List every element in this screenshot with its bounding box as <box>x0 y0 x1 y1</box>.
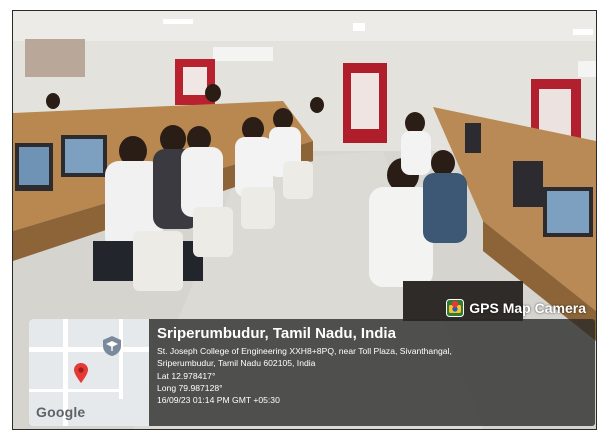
camera-pin-icon <box>446 299 465 317</box>
map-road <box>119 319 123 399</box>
map-road <box>29 389 119 392</box>
address-line-2: Sriperumbudur, Tamil Nadu 602105, India <box>157 358 316 369</box>
latitude: Lat 12.978417° <box>157 370 216 381</box>
address-line-1: St. Joseph College of Engineering XXH8+8… <box>157 346 452 356</box>
longitude: Long 79.987128° <box>157 382 223 393</box>
mini-map: Google <box>29 319 149 426</box>
map-road <box>29 347 149 352</box>
photo-frame: GPS Map Camera Google Sriperumbudur, Tam… <box>12 10 597 430</box>
gps-map-camera-label: GPS Map Camera <box>469 300 586 316</box>
location-title: Sriperumbudur, Tamil Nadu, India <box>157 325 396 342</box>
gps-map-camera-badge: GPS Map Camera <box>446 299 586 317</box>
google-logo: Google <box>36 404 86 420</box>
location-pin-icon <box>74 363 88 383</box>
timestamp: 16/09/23 01:14 PM GMT +05:30 <box>157 395 280 406</box>
school-icon <box>103 336 121 356</box>
location-overlay: Google Sriperumbudur, Tamil Nadu, India … <box>29 319 595 426</box>
location-info: Sriperumbudur, Tamil Nadu, India St. Jos… <box>157 325 587 406</box>
